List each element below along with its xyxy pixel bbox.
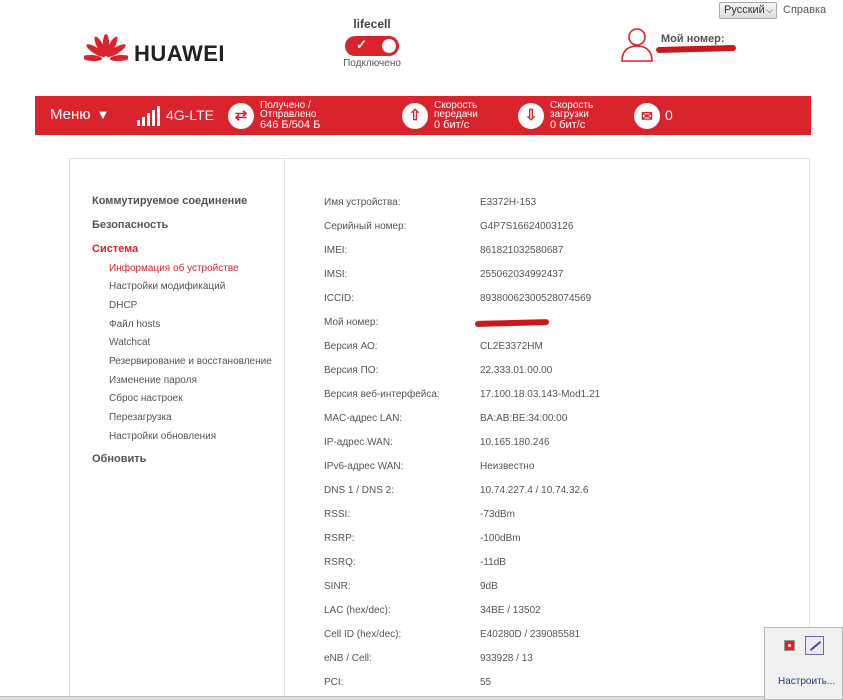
info-value: 22.333.01.00.00 [480,365,553,376]
envelope-icon[interactable]: ✉ [634,103,660,129]
user-icon [621,28,653,62]
pen-icon[interactable] [805,636,824,655]
info-label: Версия ПО: [324,365,379,376]
huawei-flower-icon [84,34,128,62]
signal-bars-icon [137,106,163,126]
redacted-number [474,319,550,327]
toggle-knob [382,39,396,53]
sidebar-subitem-backup[interactable]: Резервирование и восстановление [109,356,272,367]
download-value: 0 бит/с [550,119,586,131]
messages-count: 0 [665,107,673,123]
info-label: ICCID: [324,293,354,304]
info-label: IP-адрес WAN: [324,437,393,448]
menu-button[interactable]: Меню ▼ [50,106,109,123]
info-value: -73dBm [480,509,516,520]
info-value: 89380062300528074569 [480,293,592,304]
info-label: SINR: [324,581,351,592]
info-label: Серийный номер: [324,221,407,232]
my-number-label: Мой номер: [661,33,725,45]
tray-customize-link[interactable]: Настроить... [778,676,835,687]
info-label: Мой номер: [324,317,379,328]
sidebar-subitem-reset[interactable]: Сброс настроек [109,393,183,404]
info-value: 17.100.18.03.143-Mod1.21 [480,389,601,400]
sidebar: Коммутируемое соединение Безопасность Си… [70,159,285,700]
sidebar-item-system[interactable]: Система [92,243,138,255]
info-label: LAC (hex/dec): [324,605,391,616]
main-panel: Коммутируемое соединение Безопасность Си… [69,158,810,700]
redacted-number [655,44,737,54]
info-label: RSRQ: [324,557,356,568]
operator-name: lifecell [353,17,391,31]
info-label: IMEI: [324,245,348,256]
help-link[interactable]: Справка [783,4,826,16]
sidebar-subitem-modifications[interactable]: Настройки модификаций [109,281,225,292]
menu-triangle-icon: ▼ [96,107,110,122]
info-label: IPv6-адрес WAN: [324,461,404,472]
sidebar-subitem-device-info[interactable]: Информация об устройстве [109,263,239,274]
arrow-down-icon: ⇩ [518,103,544,129]
arrow-up-icon: ⇧ [402,103,428,129]
traffic-value: 646 Б/504 Б [260,119,321,131]
info-value: BA:AB:BE:34:00:00 [480,413,568,424]
router-web-ui: Русский ⌵ Справка HUAWEI lifecell ✓ Подк… [0,0,843,700]
tray-popup: Настроить... [764,627,843,700]
record-icon[interactable] [784,640,795,651]
transfer-arrows-icon: ⇄ [228,103,254,129]
info-value: CL2E3372HM [480,341,543,352]
upload-value: 0 бит/с [434,119,470,131]
sidebar-item-security[interactable]: Безопасность [92,219,168,231]
info-value: E40280D / 239085581 [480,629,581,640]
info-value: 9dB [480,581,498,592]
language-select-value: Русский [724,4,765,16]
info-label: MAC-адрес LAN: [324,413,403,424]
info-label: eNB / Cell: [324,653,372,664]
info-value: G4P7S16624003126 [480,221,574,232]
info-label: IMSI: [324,269,348,280]
huawei-logo[interactable]: HUAWEI [84,33,225,69]
network-type: 4G-LTE [166,107,214,123]
info-value: E3372H-153 [480,197,537,208]
info-value: -11dB [480,557,506,568]
menu-label: Меню [50,106,91,123]
info-label: RSRP: [324,533,355,544]
connection-status: Подключено [343,58,401,69]
sidebar-subitem-update-settings[interactable]: Настройки обновления [109,431,216,442]
operator-block: lifecell ✓ Подключено [330,17,414,69]
language-select[interactable]: Русский ⌵ [719,2,777,19]
info-value: 10.165.180.246 [480,437,550,448]
info-value: 10.74.227.4 / 10.74.32.6 [480,485,589,496]
sidebar-subitem-password[interactable]: Изменение пароля [109,375,197,386]
sidebar-subitem-watchcat[interactable]: Watchcat [109,337,150,348]
info-value: 55 [480,677,492,688]
sidebar-subitem-dhcp[interactable]: DHCP [109,300,137,311]
sidebar-subitem-hosts[interactable]: Файл hosts [109,319,160,330]
info-label: Версия веб-интерфейса: [324,389,440,400]
check-icon: ✓ [356,37,367,52]
info-label: PCI: [324,677,344,688]
chevron-down-icon: ⌵ [766,5,773,15]
taskbar [0,696,764,700]
info-value: -100dBm [480,533,521,544]
info-value: 34BE / 13502 [480,605,541,616]
info-label: Имя устройства: [324,197,401,208]
info-value: 861821032580687 [480,245,564,256]
brand-name: HUAWEI [134,41,225,66]
info-value: 255062034992437 [480,269,564,280]
sidebar-item-update[interactable]: Обновить [92,453,146,465]
sidebar-item-dialup[interactable]: Коммутируемое соединение [92,195,247,207]
connection-toggle[interactable]: ✓ [345,36,399,56]
sidebar-subitem-reboot[interactable]: Перезагрузка [109,412,172,423]
info-value: 933928 / 13 [480,653,533,664]
status-bar: Меню ▼ 4G-LTE ⇄ Получено / Отправлено 646… [35,96,811,135]
info-label: DNS 1 / DNS 2: [324,485,395,496]
info-value: Неизвестно [480,461,535,472]
info-label: Версия АО: [324,341,378,352]
info-label: RSSI: [324,509,351,520]
info-label: Cell ID (hex/dec): [324,629,402,640]
